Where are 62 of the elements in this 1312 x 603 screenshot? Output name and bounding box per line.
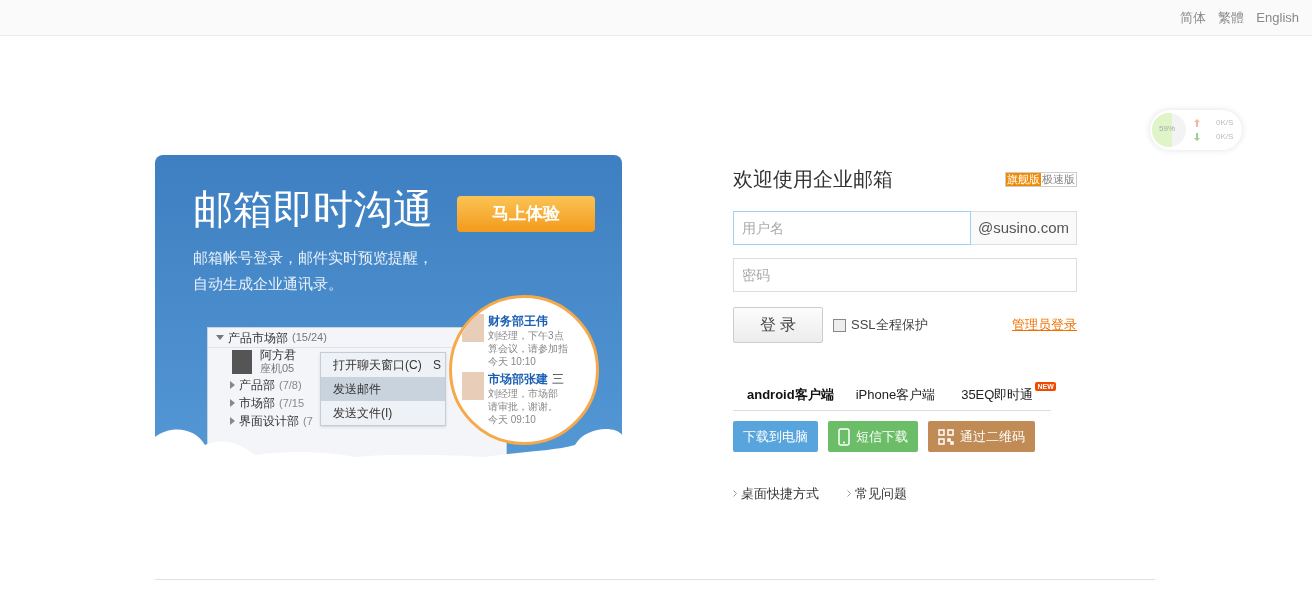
gauge-percent: 59%	[1159, 124, 1175, 134]
language-link[interactable]: 繁體	[1218, 7, 1245, 28]
client-tab[interactable]: iPhone客户端	[855, 384, 936, 405]
menu-item[interactable]: 发送邮件	[321, 377, 445, 401]
group-name: 市场部	[239, 395, 275, 412]
group-name: 产品市场部	[228, 329, 288, 347]
group-count: (7/15	[279, 395, 305, 411]
download-button[interactable]: 下载到电脑	[733, 421, 818, 452]
avatar-placeholder	[462, 314, 484, 342]
message-preview: 请审批，谢谢。	[488, 400, 559, 413]
message-preview: 刘经理，市场部	[488, 387, 559, 400]
username-field[interactable]: 用户名	[733, 211, 971, 245]
ssl-checkbox[interactable]	[833, 318, 846, 332]
chevron-icon	[733, 490, 737, 498]
sender-name: 财务部王伟	[488, 314, 548, 329]
phone-icon	[838, 427, 850, 446]
sender-extra: 三	[552, 372, 564, 387]
password-field[interactable]: 密码	[733, 258, 1077, 292]
edition-toggle[interactable]: 旗舰版	[1006, 172, 1041, 186]
download-speed: 0K/S	[1216, 131, 1234, 143]
contact-phone: 座机05	[260, 362, 296, 375]
down-arrow-icon	[1194, 133, 1200, 141]
domain-suffix: @susino.com	[971, 211, 1077, 245]
client-tab[interactable]: 35EQ即时通	[961, 384, 1034, 405]
help-link[interactable]: 桌面快捷方式	[741, 484, 819, 504]
group-name: 产品部	[239, 377, 275, 394]
banner-title: 邮箱即时沟通	[193, 189, 433, 229]
message-time: 今天 09:10	[488, 413, 537, 426]
language-link[interactable]: 简体	[1180, 7, 1207, 28]
download-button[interactable]: 短信下载	[828, 421, 918, 452]
up-arrow-icon	[1194, 119, 1200, 127]
language-link[interactable]: English	[1256, 7, 1299, 28]
group-count: (7/8)	[279, 377, 302, 393]
menu-shortcut: S	[432, 357, 442, 374]
avatar-placeholder	[462, 372, 484, 400]
contact-name: 阿方君	[260, 349, 296, 362]
client-tab[interactable]: android客户端	[747, 384, 834, 405]
expand-caret-icon	[216, 335, 224, 340]
qr-code-icon	[938, 428, 954, 445]
download-button[interactable]: 通过二维码	[928, 421, 1035, 452]
login-title: 欢迎使用企业邮箱	[733, 167, 893, 192]
group-count: (15/24)	[292, 330, 327, 346]
menu-item[interactable]: 发送文件(I)	[321, 401, 445, 425]
edition-toggle[interactable]: 极速版	[1041, 172, 1076, 186]
group-name: 界面设计部	[239, 413, 299, 430]
chevron-icon	[847, 490, 851, 498]
admin-login-link[interactable]: 管理员登录	[1012, 315, 1077, 335]
menu-item[interactable]: 打开聊天窗口(C)	[321, 353, 429, 377]
avatar-placeholder	[232, 350, 252, 374]
group-count: (7	[303, 413, 313, 429]
banner-subtitle: 邮箱帐号登录，邮件实时预览提醒， 自动生成企业通讯录。	[193, 248, 433, 294]
collapsed-caret-icon	[230, 399, 235, 407]
message-preview: 算会议，请参加指	[488, 342, 568, 355]
message-preview: 刘经理，下午3点	[488, 329, 565, 342]
collapsed-caret-icon	[230, 381, 235, 389]
ssl-label: SSL全程保护	[851, 316, 928, 335]
sender-name: 市场部张建	[488, 372, 548, 387]
login-button[interactable]: 登 录	[733, 307, 823, 343]
message-time: 今天 10:10	[488, 355, 537, 368]
help-link[interactable]: 常见问题	[855, 484, 907, 504]
upload-speed: 0K/S	[1216, 117, 1234, 129]
collapsed-caret-icon	[230, 417, 235, 425]
